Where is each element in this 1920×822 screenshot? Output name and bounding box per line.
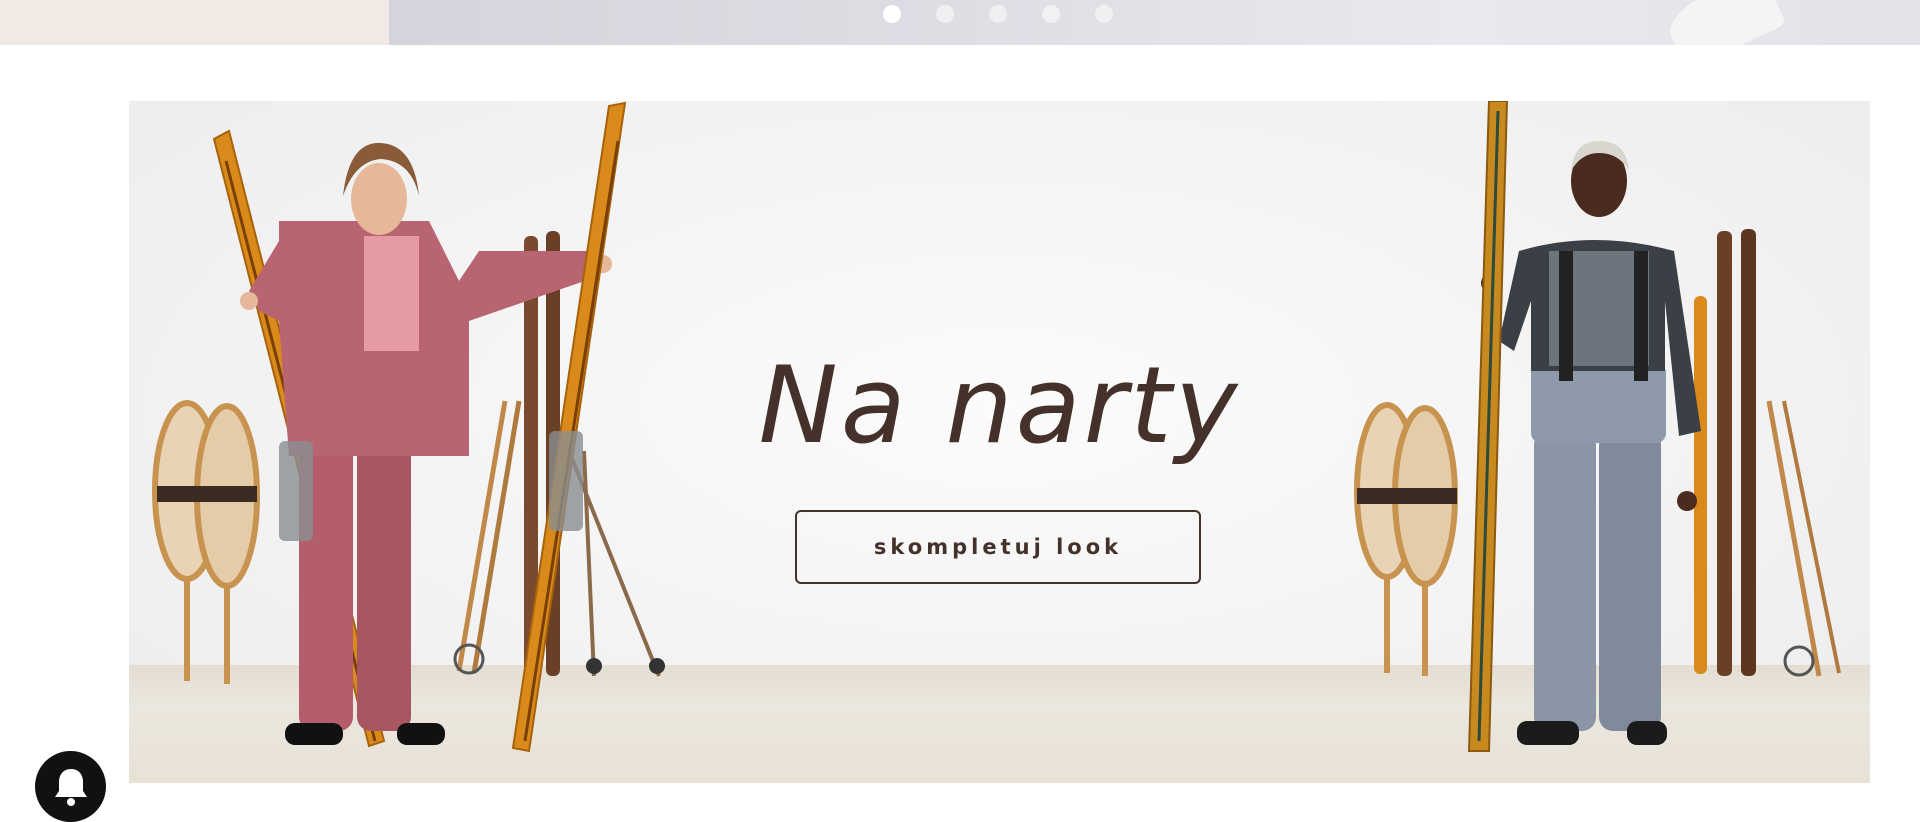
carousel-dot-5[interactable] <box>1095 5 1113 23</box>
hero-title: Na narty <box>758 344 1241 467</box>
notification-bell-button[interactable] <box>35 751 106 822</box>
carousel-dot-3[interactable] <box>989 5 1007 23</box>
complete-look-button[interactable]: skompletuj look <box>795 510 1201 584</box>
carousel-dot-2[interactable] <box>936 5 954 23</box>
carousel-dot-4[interactable] <box>1042 5 1060 23</box>
hero-banner[interactable]: Na narty skompletuj look <box>129 101 1870 783</box>
carousel-slide-image <box>389 0 1920 45</box>
carousel-dots <box>883 5 1113 23</box>
carousel-slide-left <box>0 0 389 45</box>
bell-icon <box>55 769 87 806</box>
top-carousel <box>0 0 1920 45</box>
model-sleeve <box>1661 0 1787 45</box>
carousel-dot-1[interactable] <box>883 5 901 23</box>
